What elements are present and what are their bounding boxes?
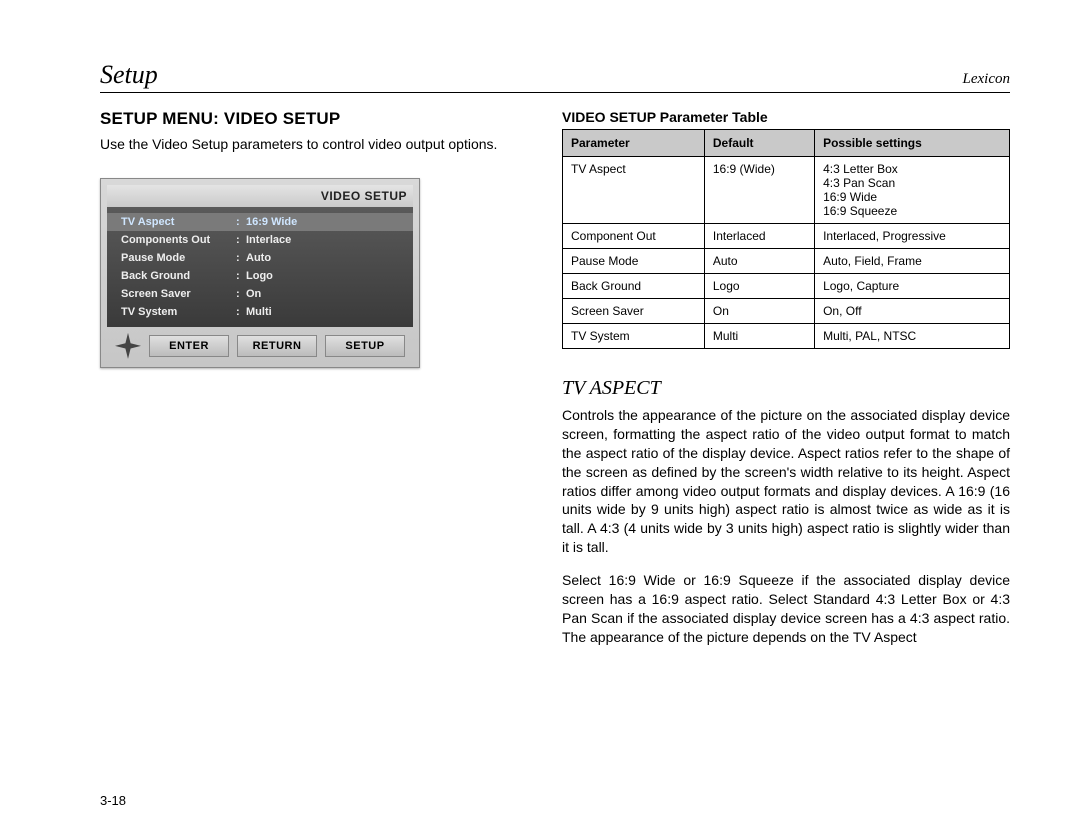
table-row: Back GroundLogoLogo, Capture — [563, 274, 1010, 299]
section-title: SETUP MENU: VIDEO SETUP — [100, 109, 530, 129]
osd-row: Screen Saver:On — [107, 285, 413, 303]
table-row: Pause ModeAutoAuto, Field, Frame — [563, 249, 1010, 274]
osd-row: Components Out:Interlace — [107, 231, 413, 249]
osd-enter-button: ENTER — [149, 335, 229, 357]
tv-aspect-p2: Select 16:9 Wide or 16:9 Squeeze if the … — [562, 571, 1010, 647]
osd-row: TV Aspect:16:9 Wide — [107, 213, 413, 231]
header-right: Lexicon — [963, 71, 1010, 88]
page-number: 3-18 — [100, 793, 126, 808]
osd-return-button: RETURN — [237, 335, 317, 357]
intro-text: Use the Video Setup parameters to contro… — [100, 135, 530, 154]
osd-title: VIDEO SETUP — [107, 185, 413, 207]
table-caption: VIDEO SETUP Parameter Table — [562, 109, 1010, 125]
table-row: Component OutInterlacedInterlaced, Progr… — [563, 224, 1010, 249]
tv-aspect-p1: Controls the appearance of the picture o… — [562, 406, 1010, 557]
osd-menu: TV Aspect:16:9 WideComponents Out:Interl… — [107, 207, 413, 327]
table-row: TV SystemMultiMulti, PAL, NTSC — [563, 324, 1010, 349]
parameter-table: Parameter Default Possible settings TV A… — [562, 129, 1010, 349]
dpad-icon — [115, 333, 141, 359]
osd-row: Back Ground:Logo — [107, 267, 413, 285]
page-header: Setup Lexicon — [100, 60, 1010, 93]
osd-row: Pause Mode:Auto — [107, 249, 413, 267]
osd-setup-button: SETUP — [325, 335, 405, 357]
tv-aspect-title: TV ASPECT — [562, 377, 1010, 400]
th-possible: Possible settings — [815, 130, 1010, 157]
osd-screenshot: VIDEO SETUP TV Aspect:16:9 WideComponent… — [100, 178, 420, 368]
osd-row: TV System:Multi — [107, 303, 413, 321]
table-row: TV Aspect16:9 (Wide)4:3 Letter Box 4:3 P… — [563, 157, 1010, 224]
th-default: Default — [704, 130, 814, 157]
th-parameter: Parameter — [563, 130, 705, 157]
table-row: Screen SaverOnOn, Off — [563, 299, 1010, 324]
header-left: Setup — [100, 60, 158, 90]
